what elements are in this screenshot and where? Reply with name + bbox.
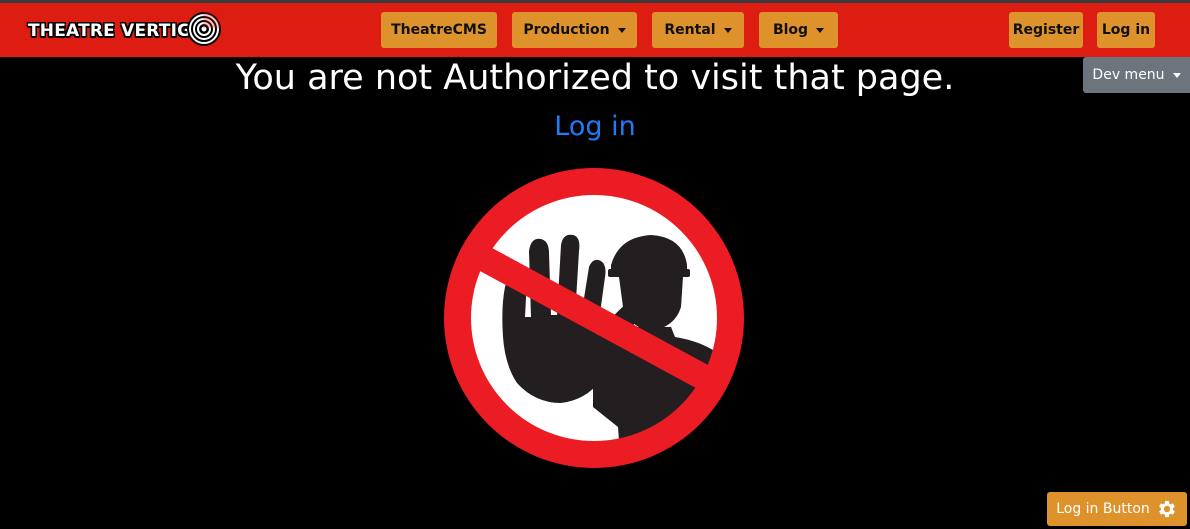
login-button[interactable]: Log in (1097, 12, 1155, 48)
login-label: Log in (1101, 22, 1151, 38)
nav-rental-label: Rental (664, 22, 716, 38)
login-floating-button[interactable]: Log in Button (1047, 492, 1187, 526)
nav-theatrecms-label: TheatreCMS (391, 22, 487, 38)
brand-logo[interactable]: THEATRE VERTIGO (26, 10, 222, 50)
nav-production-label: Production (523, 22, 610, 38)
register-label: Register (1012, 22, 1080, 38)
navbar: THEATRE VERTIGO TheatreCMS Production Re… (0, 3, 1190, 57)
nav-blog-dropdown[interactable]: Blog (759, 12, 838, 48)
spiral-logo-icon (187, 11, 222, 46)
login-link[interactable]: Log in (554, 111, 635, 142)
login-floating-label: Log in Button (1056, 501, 1150, 517)
page-title: You are not Authorized to visit that pag… (235, 58, 955, 98)
caret-down-icon (816, 27, 825, 33)
brand-name: THEATRE VERTIGO (28, 21, 206, 41)
login-link-container: Log in (0, 111, 1190, 142)
nav-production-dropdown[interactable]: Production (512, 12, 637, 48)
gear-icon (1158, 500, 1175, 518)
register-button[interactable]: Register (1009, 12, 1083, 48)
nav-rental-dropdown[interactable]: Rental (652, 12, 744, 48)
nav-theatrecms-button[interactable]: TheatreCMS (381, 12, 497, 48)
no-entry-stop-hand-icon (444, 168, 744, 468)
nav-blog-label: Blog (772, 22, 809, 38)
caret-down-icon (723, 27, 732, 33)
caret-down-icon (617, 27, 626, 33)
